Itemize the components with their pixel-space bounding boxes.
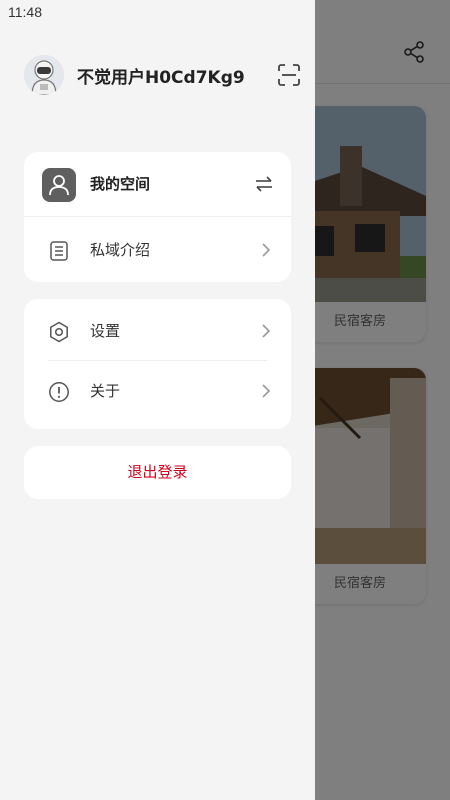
side-drawer: 11:48 不觉用户H0Cd7Kg9 我的空间 私域介绍 设置 关于 退出登录 (0, 0, 315, 800)
swap-icon[interactable] (255, 176, 273, 192)
avatar[interactable] (24, 55, 64, 95)
chevron-right-icon (262, 324, 271, 338)
menu-item-about[interactable]: 关于 (24, 359, 291, 423)
chevron-right-icon (262, 384, 271, 398)
menu-item-label: 关于 (90, 382, 121, 400)
username: 不觉用户H0Cd7Kg9 (77, 68, 245, 88)
menu-item-my-space[interactable]: 我的空间 (24, 152, 291, 216)
space-panel: 我的空间 私域介绍 (24, 152, 291, 282)
status-time: 11:48 (8, 4, 42, 20)
menu-item-settings[interactable]: 设置 (24, 299, 291, 363)
info-icon (49, 382, 69, 402)
gear-icon (50, 321, 68, 343)
menu-item-label: 私域介绍 (90, 241, 151, 259)
astronaut-avatar-icon (24, 55, 64, 95)
chevron-right-icon (262, 243, 271, 257)
scan-icon[interactable] (278, 64, 300, 86)
divider (24, 216, 291, 217)
menu-item-label: 设置 (90, 322, 121, 340)
menu-item-label: 我的空间 (90, 175, 151, 193)
logout-button[interactable]: 退出登录 (24, 446, 291, 499)
list-icon (50, 241, 68, 261)
user-profile-row[interactable]: 不觉用户H0Cd7Kg9 (24, 55, 304, 95)
settings-panel: 设置 关于 (24, 299, 291, 429)
menu-item-private-intro[interactable]: 私域介绍 (24, 218, 291, 282)
logout-panel: 退出登录 (24, 446, 291, 499)
user-icon (42, 168, 76, 202)
